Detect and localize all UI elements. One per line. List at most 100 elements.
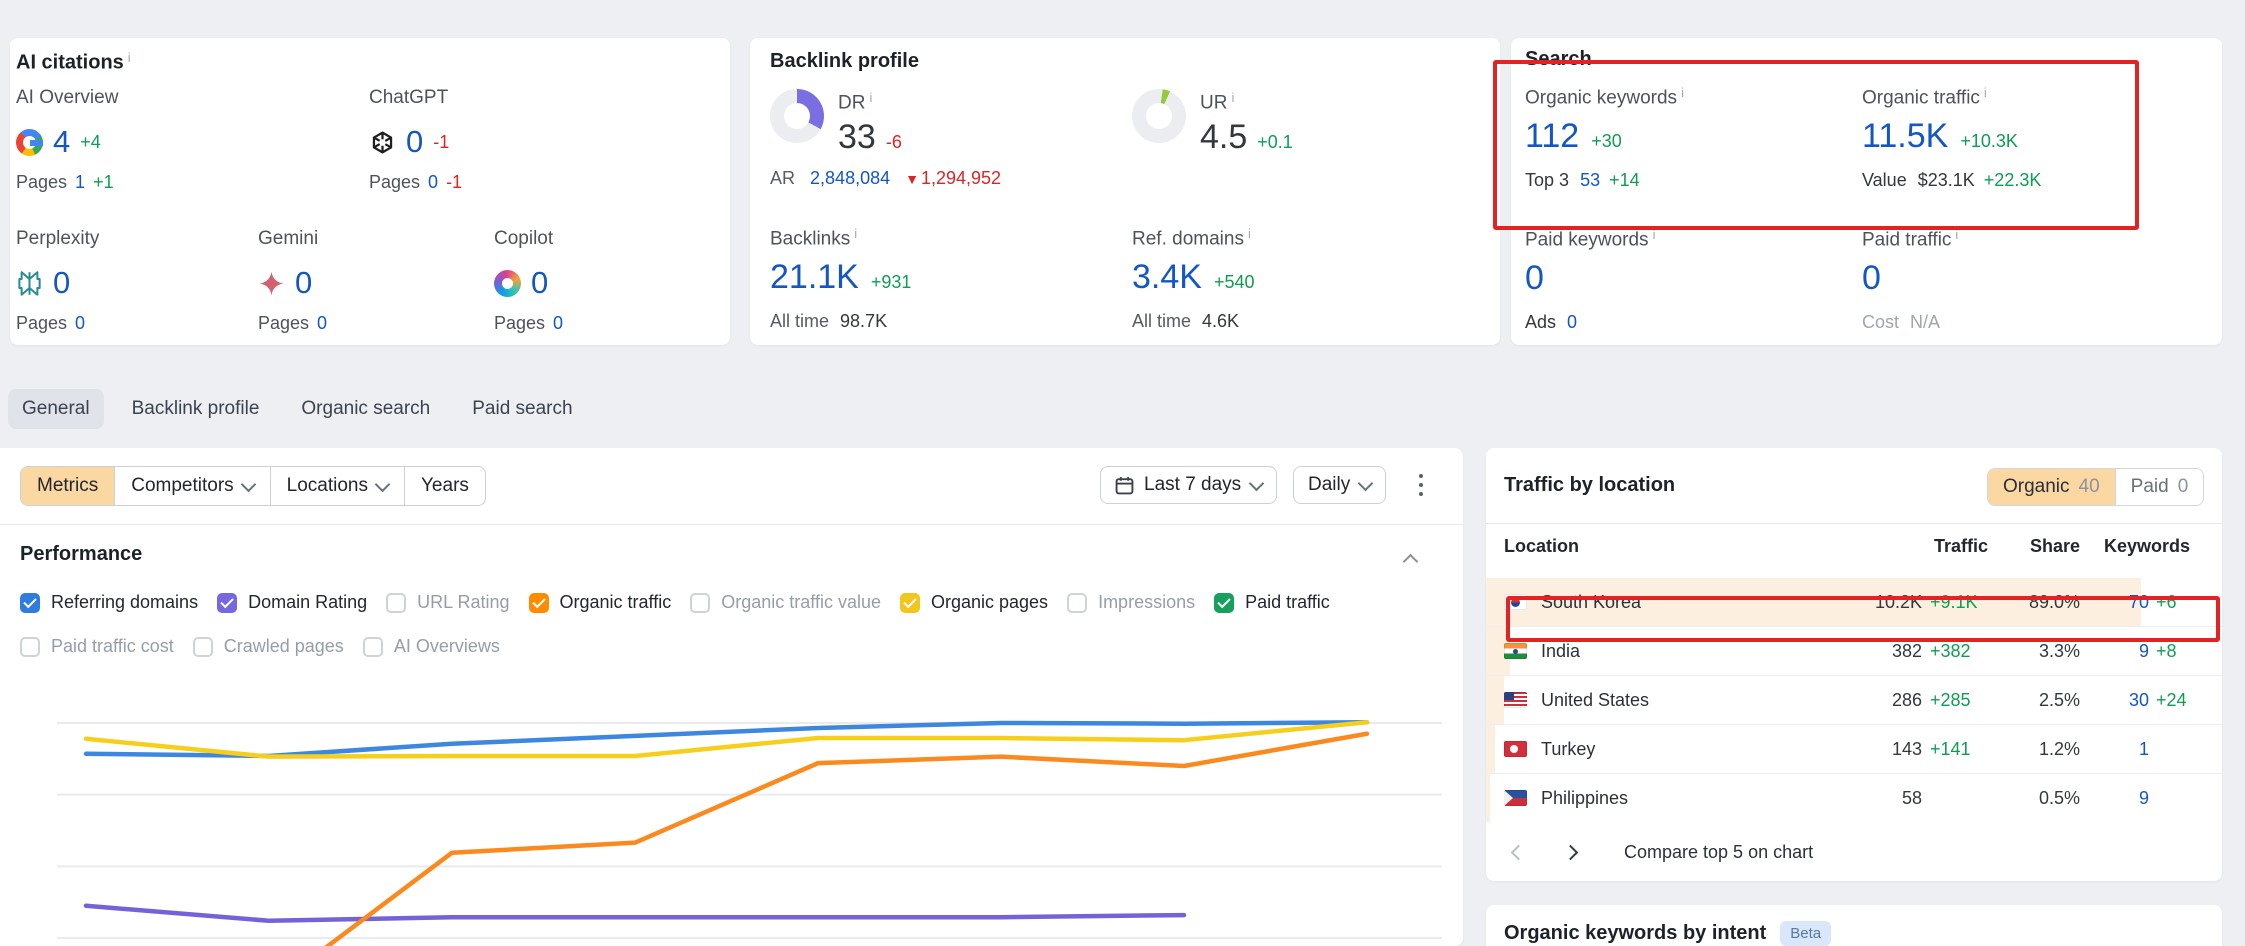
segment-years[interactable]: Years [405, 467, 485, 505]
granularity-button[interactable]: Daily [1293, 466, 1386, 504]
collapse-section-button[interactable] [1400, 552, 1420, 568]
chart-line-organic-pages [86, 722, 1367, 756]
organic-traffic-block: Organic traffici 11.5K +10.3K Value $23.… [1862, 85, 2041, 191]
segment-metrics[interactable]: Metrics [21, 467, 115, 505]
checkbox-box [20, 593, 40, 613]
checkbox-box [1214, 593, 1234, 613]
keywords-link[interactable]: 30 [2080, 690, 2149, 711]
info-icon[interactable]: i [869, 90, 872, 105]
info-icon[interactable]: i [1681, 85, 1684, 100]
search-card: Search Organic keywordsi 112 +30 Top 3 5… [1511, 38, 2222, 345]
ai-overview-value[interactable]: 4 [53, 124, 70, 160]
checkbox-referring-domains[interactable]: Referring domains [20, 592, 198, 613]
pages-value[interactable]: 0 [428, 172, 438, 193]
pages-value[interactable]: 0 [553, 313, 563, 334]
toggle-paid[interactable]: Paid0 [2115, 469, 2204, 505]
keywords-link[interactable]: 9 [2080, 641, 2149, 662]
tab-backlink-profile[interactable]: Backlink profile [118, 389, 274, 429]
checkbox-organic-traffic[interactable]: Organic traffic [529, 592, 672, 613]
top3-value[interactable]: 53 [1580, 170, 1600, 190]
traffic-type-toggle: Organic40 Paid0 [1987, 468, 2204, 506]
tab-organic-search[interactable]: Organic search [287, 389, 444, 429]
keywords-link[interactable]: 1 [2080, 739, 2149, 760]
chevron-up-icon [1402, 554, 1418, 570]
dashboard: AI citationsi AI Overview 4 +4 Pages1+1 … [0, 0, 2245, 946]
perplexity-value[interactable]: 0 [53, 265, 70, 301]
location-table: South Korea 10.2K+9.1K 89.0% 70+6 India … [1486, 578, 2222, 822]
divider [0, 524, 1463, 525]
checkbox-url-rating[interactable]: URL Rating [386, 592, 509, 613]
ur-donut [1132, 89, 1186, 143]
toggle-organic[interactable]: Organic40 [1988, 469, 2115, 505]
ai-item-ai-overview: AI Overview 4 +4 Pages1+1 [16, 87, 118, 193]
chart-line-domain-rating [86, 906, 1184, 921]
info-icon[interactable]: i [1955, 227, 1958, 242]
checkbox-impressions[interactable]: Impressions [1067, 592, 1195, 613]
report-tabs: General Backlink profile Organic search … [8, 389, 587, 429]
copilot-value[interactable]: 0 [531, 265, 548, 301]
backlinks-block: Backlinksi 21.1K +931 All time 98.7K [770, 226, 911, 332]
checkbox-organic-traffic-value[interactable]: Organic traffic value [690, 592, 881, 613]
paid-keywords-value[interactable]: 0 [1525, 259, 1544, 298]
share-fill-bar [1486, 774, 1490, 822]
tab-paid-search[interactable]: Paid search [458, 389, 586, 429]
ref-domains-value[interactable]: 3.4K [1132, 258, 1202, 297]
gemini-value[interactable]: 0 [295, 265, 312, 301]
keywords-link[interactable]: 70 [2080, 592, 2149, 613]
info-icon[interactable]: i [854, 226, 857, 241]
checkbox-box [529, 593, 549, 613]
checkbox-paid-traffic[interactable]: Paid traffic [1214, 592, 1330, 613]
divider [1486, 523, 2222, 524]
ai-item-copilot: Copilot 0 Pages0 [494, 228, 563, 334]
view-segments: Metrics Competitors Locations Years [20, 466, 486, 506]
table-row-turkey[interactable]: Turkey 143+141 1.2% 1 [1486, 725, 2222, 774]
ads-value[interactable]: 0 [1567, 312, 1577, 332]
compare-top5-button[interactable]: Compare top 5 on chart [1624, 842, 1813, 863]
info-icon[interactable]: i [1653, 227, 1656, 242]
segment-competitors[interactable]: Competitors [115, 467, 270, 505]
more-options-icon[interactable] [1408, 466, 1434, 504]
calendar-icon [1115, 476, 1134, 495]
checkbox-organic-pages[interactable]: Organic pages [900, 592, 1048, 613]
checkbox-domain-rating[interactable]: Domain Rating [217, 592, 367, 613]
decline-triangle-icon: ▼ [905, 171, 919, 187]
pages-value[interactable]: 0 [317, 313, 327, 334]
organic-keywords-value[interactable]: 112 [1525, 117, 1579, 156]
paid-keywords-block: Paid keywordsi 0 Ads 0 [1525, 227, 1655, 333]
info-icon[interactable]: i [1231, 90, 1234, 105]
table-row-south-korea[interactable]: South Korea 10.2K+9.1K 89.0% 70+6 [1486, 578, 2222, 627]
gemini-icon [258, 270, 285, 297]
traffic-by-location-card: Traffic by location Organic40 Paid0 Loca… [1486, 448, 2222, 881]
info-icon[interactable]: i [1248, 226, 1251, 241]
beta-badge: Beta [1780, 921, 1831, 946]
backlinks-value[interactable]: 21.1K [770, 258, 859, 297]
google-icon [16, 129, 43, 156]
tab-general[interactable]: General [8, 389, 104, 429]
segment-locations[interactable]: Locations [271, 467, 405, 505]
ai-item-chatgpt: ChatGPT 0 -1 Pages0-1 [369, 87, 462, 193]
checkbox-box [217, 593, 237, 613]
delta: +4 [80, 132, 101, 153]
next-page-button[interactable] [1556, 838, 1584, 866]
pages-value[interactable]: 0 [75, 313, 85, 334]
info-icon[interactable]: i [1984, 85, 1987, 100]
delta: -1 [433, 132, 449, 153]
keywords-by-intent-title: Organic keywords by intent [1504, 922, 1766, 945]
chatgpt-value[interactable]: 0 [406, 124, 423, 160]
performance-line-chart[interactable] [20, 650, 1445, 946]
keywords-link[interactable]: 9 [2080, 788, 2149, 809]
table-row-india[interactable]: India 382+382 3.3% 9+8 [1486, 627, 2222, 676]
date-range-button[interactable]: Last 7 days [1100, 466, 1277, 504]
paid-traffic-block: Paid traffici 0 Cost N/A [1862, 227, 1958, 333]
info-icon[interactable]: i [128, 50, 131, 65]
paid-traffic-value[interactable]: 0 [1862, 259, 1881, 298]
philippines-flag-icon [1504, 790, 1527, 806]
table-row-philippines[interactable]: Philippines 58 0.5% 9 [1486, 774, 2222, 822]
organic-traffic-value[interactable]: 11.5K [1862, 117, 1948, 156]
organic-keywords-block: Organic keywordsi 112 +30 Top 3 53 +14 [1525, 85, 1684, 191]
table-row-united-states[interactable]: United States 286+285 2.5% 30+24 [1486, 676, 2222, 725]
pages-value[interactable]: 1 [75, 172, 85, 193]
india-flag-icon [1504, 643, 1527, 659]
ar-value[interactable]: 2,848,084 [810, 168, 890, 188]
previous-page-button[interactable] [1504, 838, 1532, 866]
